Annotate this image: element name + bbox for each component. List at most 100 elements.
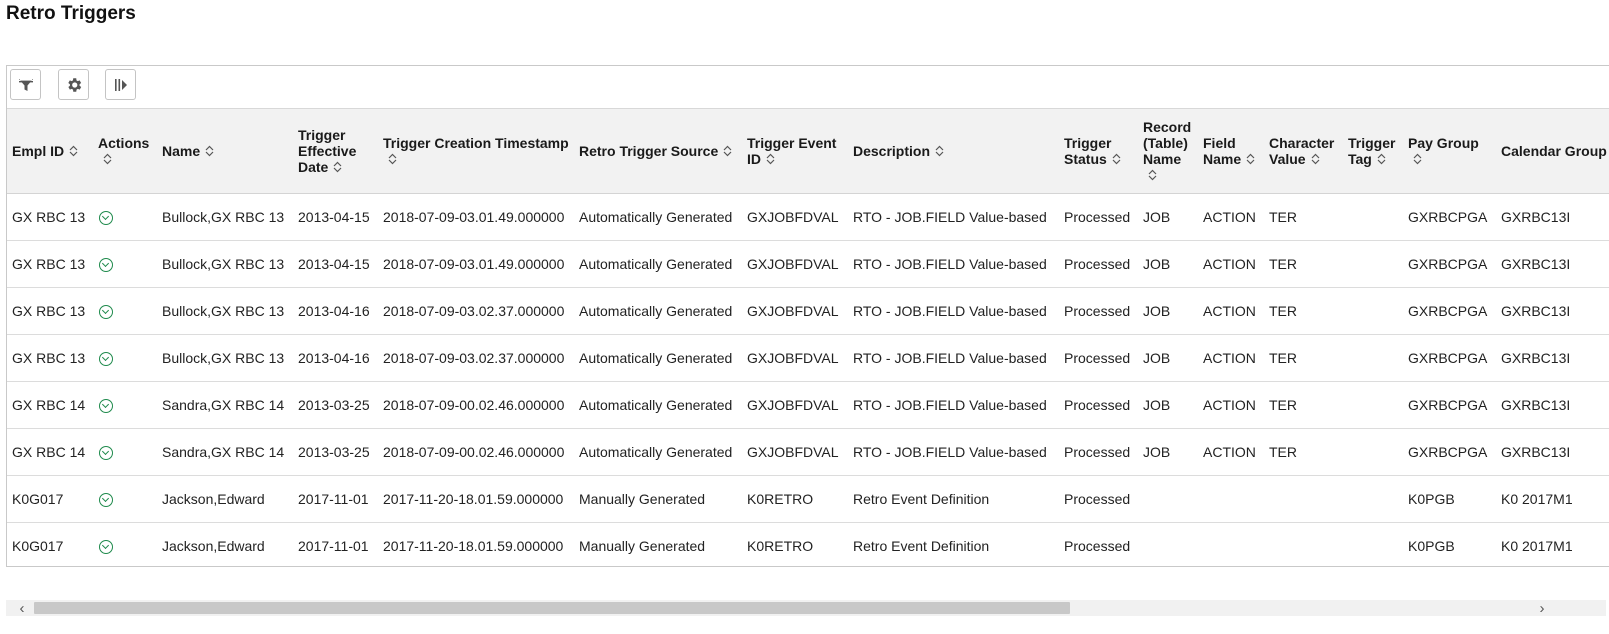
cell-trigger-creation-timestamp: 2018-07-09-03.02.37.000000 [378, 334, 574, 382]
sort-icon[interactable] [333, 160, 342, 173]
cell-field-name: ACTION [1198, 287, 1264, 335]
cell-trigger-tag [1343, 522, 1403, 566]
column-header-trigger-creation-timestamp[interactable]: Trigger Creation Timestamp [378, 109, 574, 194]
columns-button[interactable] [105, 69, 136, 100]
cell-trigger-tag [1343, 334, 1403, 382]
sort-icon[interactable] [1311, 152, 1320, 165]
column-header-trigger-effective-date[interactable]: Trigger Effective Date [293, 109, 378, 194]
cell-description: RTO - JOB.FIELD Value-based [848, 334, 1059, 382]
sort-icon[interactable] [205, 144, 214, 157]
cell-field-name [1198, 475, 1264, 523]
column-header-pay-group[interactable]: Pay Group [1403, 109, 1496, 194]
column-header-description[interactable]: Description [848, 109, 1059, 194]
cell-calendar-group-id: K0 2017M1 [1501, 537, 1573, 554]
cell-record-table-name: JOB [1138, 240, 1198, 288]
sort-icon[interactable] [1246, 152, 1255, 165]
cell-character-value: TER [1264, 193, 1343, 241]
cell-pay-group: GXRBCPGA [1403, 428, 1496, 476]
row-actions-chevron-icon[interactable] [99, 398, 113, 413]
cell-actions [93, 334, 157, 382]
cell-trigger-effective-date: 2013-04-15 [293, 193, 378, 241]
cell-trigger-event-id: GXJOBFDVAL [742, 334, 848, 382]
sort-icon[interactable] [723, 144, 732, 157]
column-header-actions[interactable]: Actions [93, 109, 157, 194]
cell-trigger-effective-date: 2013-03-25 [293, 381, 378, 429]
cell-retro-trigger-source: Automatically Generated [574, 193, 742, 241]
row-actions-chevron-icon[interactable] [99, 445, 113, 460]
cell-record-table-name: JOB [1138, 428, 1198, 476]
scroll-left-icon[interactable]: ‹ [12, 600, 32, 617]
cell-trigger-event-id: K0RETRO [742, 475, 848, 523]
column-header-label: Trigger Status [1064, 134, 1112, 167]
cell-trigger-creation-timestamp: 2018-07-09-03.01.49.000000 [378, 193, 574, 241]
sort-icon[interactable] [69, 144, 78, 157]
cell-record-table-name: JOB [1138, 381, 1198, 429]
sort-icon[interactable] [1112, 152, 1121, 165]
cell-pay-group: GXRBCPGA [1403, 381, 1496, 429]
column-header-character-value[interactable]: Character Value [1264, 109, 1343, 194]
page-title: Retro Triggers [6, 3, 136, 24]
cell-name: Jackson,Edward [157, 475, 293, 523]
column-header-calendar-group-id[interactable]: Calendar Group ID [1496, 109, 1609, 194]
cell-empl-id: GX RBC 13 [7, 240, 93, 288]
row-actions-chevron-icon[interactable] [99, 210, 113, 225]
sort-icon[interactable] [1148, 168, 1157, 181]
column-header-label: Calendar Group ID [1501, 142, 1609, 159]
column-header-label: Retro Trigger Source [579, 142, 719, 159]
cell-trigger-event-id: GXJOBFDVAL [742, 428, 848, 476]
grid-body: GX RBC 13 Bullock,GX RBC 13 2013-04-15 2018… [7, 193, 1609, 566]
column-header-name[interactable]: Name [157, 109, 293, 194]
cell-trigger-event-id: GXJOBFDVAL [742, 240, 848, 288]
cell-name: Bullock,GX RBC 13 [157, 334, 293, 382]
column-header-field-name[interactable]: Field Name [1198, 109, 1264, 194]
cell-character-value: TER [1264, 334, 1343, 382]
cell-calendar-group-id: GXRBC13I [1496, 381, 1609, 429]
row-actions-chevron-icon[interactable] [99, 257, 113, 272]
cell-trigger-event-id: GXJOBFDVAL [742, 287, 848, 335]
sort-icon[interactable] [766, 152, 775, 165]
cell-trigger-status: Processed [1059, 193, 1138, 241]
column-header-empl-id[interactable]: Empl ID [7, 109, 93, 194]
column-header-trigger-event-id[interactable]: Trigger Event ID [742, 109, 848, 194]
cell-pay-group: GXRBCPGA [1403, 287, 1496, 335]
row-actions-chevron-icon[interactable] [99, 351, 113, 366]
table-row: GX RBC 14 Sandra,GX RBC 14 2013-03-25 2018-… [7, 381, 1609, 429]
cell-empl-id: GX RBC 13 [7, 193, 93, 241]
cell-empl-id: GX RBC 14 [7, 381, 93, 429]
scrollbar-thumb[interactable] [34, 602, 1070, 614]
cell-name: Bullock,GX RBC 13 [157, 240, 293, 288]
cell-description: RTO - JOB.FIELD Value-based [848, 240, 1059, 288]
table-row: K0G017 Jackson,Edward 2017-11-01 2017-11-20… [7, 522, 1609, 566]
cell-retro-trigger-source: Automatically Generated [574, 240, 742, 288]
sort-icon[interactable] [388, 152, 397, 165]
cell-trigger-status: Processed [1059, 334, 1138, 382]
column-header-record-table-name[interactable]: Record (Table) Name [1138, 109, 1198, 194]
sort-icon[interactable] [103, 152, 112, 165]
row-actions-chevron-icon[interactable] [99, 304, 113, 319]
cell-empl-id: K0G017 [12, 537, 64, 554]
row-actions-chevron-icon[interactable] [99, 539, 113, 554]
row-actions-chevron-icon[interactable] [99, 492, 113, 507]
filter-button[interactable] [10, 69, 41, 100]
sort-icon[interactable] [1377, 152, 1386, 165]
settings-button[interactable] [58, 69, 89, 100]
horizontal-scrollbar[interactable]: ‹ › [6, 600, 1606, 617]
cell-trigger-event-id: GXJOBFDVAL [742, 381, 848, 429]
column-header-trigger-status[interactable]: Trigger Status [1059, 109, 1138, 194]
cell-trigger-status: Processed [1059, 475, 1138, 523]
scroll-right-icon[interactable]: › [1532, 600, 1552, 617]
column-header-trigger-tag[interactable]: Trigger Tag [1343, 109, 1403, 194]
table-row: GX RBC 14 Sandra,GX RBC 14 2013-03-25 2018-… [7, 428, 1609, 476]
cell-pay-group: GXRBCPGA [1403, 240, 1496, 288]
sort-icon[interactable] [935, 144, 944, 157]
column-header-retro-trigger-source[interactable]: Retro Trigger Source [574, 109, 742, 194]
table-row: K0G017 Jackson,Edward 2017-11-01 2017-11-20… [7, 475, 1609, 523]
cell-record-table-name [1138, 522, 1198, 566]
column-freeze-icon [114, 78, 127, 91]
sort-icon[interactable] [1413, 152, 1422, 165]
cell-field-name: ACTION [1198, 428, 1264, 476]
cell-name: Sandra,GX RBC 14 [157, 381, 293, 429]
cell-empl-id: GX RBC 13 [7, 287, 93, 335]
cell-retro-trigger-source: Manually Generated [579, 537, 706, 554]
cell-trigger-event-id: GXJOBFDVAL [742, 193, 848, 241]
